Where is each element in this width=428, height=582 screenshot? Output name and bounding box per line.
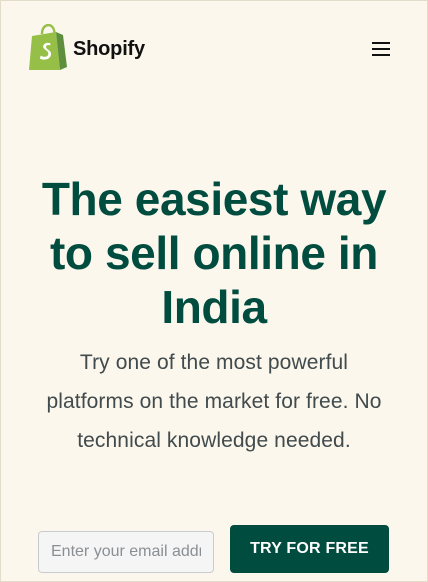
hero-subtext: Try one of the most powerful platforms o…: [46, 351, 382, 452]
brand-name: Shopify: [73, 37, 145, 60]
hero-section: The easiest way to sell online in India …: [0, 172, 428, 460]
brand-logo[interactable]: Shopify: [27, 24, 145, 72]
menu-button[interactable]: [367, 36, 395, 62]
hamburger-menu-icon: [372, 42, 390, 56]
hero-headline: The easiest way to sell online in India: [41, 173, 387, 333]
try-for-free-button[interactable]: TRY FOR FREE: [230, 525, 389, 573]
email-input[interactable]: [38, 531, 214, 573]
signup-form: TRY FOR FREE: [38, 525, 390, 573]
shopify-bag-icon: [29, 24, 67, 70]
site-header: Shopify: [0, 0, 428, 96]
